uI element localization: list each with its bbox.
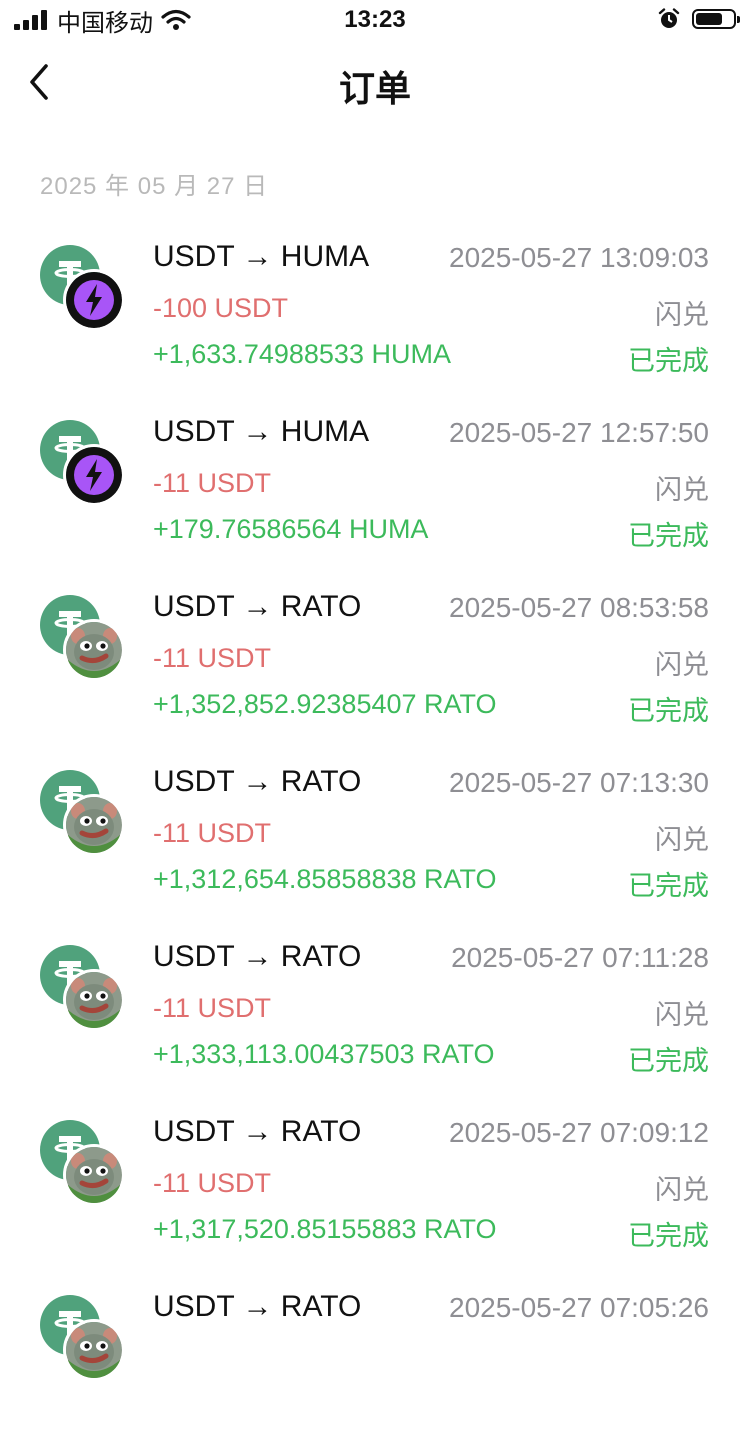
rato-token-icon bbox=[63, 794, 125, 856]
rato-token-icon bbox=[63, 969, 125, 1031]
order-item[interactable]: USDT → RATO 2025-05-27 07:05:26 bbox=[0, 1280, 750, 1455]
order-received-amount: +1,317,520.85155883 RATO bbox=[153, 1214, 497, 1244]
order-received-amount: +1,633.74988533 HUMA bbox=[153, 339, 451, 369]
order-type: 闪兑 bbox=[655, 475, 709, 505]
order-time: 2025-05-27 07:11:28 bbox=[451, 942, 709, 973]
order-paid-amount: -100 USDT bbox=[153, 293, 289, 323]
order-pair: USDT → HUMA bbox=[153, 240, 370, 273]
huma-token-icon bbox=[63, 444, 125, 506]
order-item[interactable]: USDT → RATO 2025-05-27 07:11:28 -11 USDT… bbox=[0, 930, 750, 1105]
order-type: 闪兑 bbox=[655, 825, 709, 855]
order-paid-amount: -11 USDT bbox=[153, 468, 272, 498]
order-time: 2025-05-27 07:09:12 bbox=[449, 1117, 709, 1148]
order-received-amount: +1,333,113.00437503 RATO bbox=[153, 1039, 495, 1069]
order-status: 已完成 bbox=[628, 696, 709, 726]
order-paid-amount: -11 USDT bbox=[153, 818, 272, 848]
date-section-header: 2025 年 05 月 27 日 bbox=[40, 173, 269, 200]
order-received-amount: +179.76586564 HUMA bbox=[153, 514, 429, 544]
order-paid-amount: -11 USDT bbox=[153, 1168, 272, 1198]
order-time: 2025-05-27 08:53:58 bbox=[449, 592, 709, 623]
status-time: 13:23 bbox=[344, 6, 406, 33]
rato-token-icon bbox=[63, 1144, 125, 1206]
page-title: 订单 bbox=[338, 68, 411, 109]
order-time: 2025-05-27 12:57:50 bbox=[449, 417, 709, 448]
order-pair: USDT → RATO bbox=[153, 940, 362, 973]
status-bar: 中国移动 13:23 bbox=[0, 0, 750, 40]
order-received-amount: +1,312,654.85858838 RATO bbox=[153, 864, 497, 894]
order-item[interactable]: USDT → HUMA 2025-05-27 13:09:03 -100 USD… bbox=[0, 230, 750, 405]
order-paid-amount: -11 USDT bbox=[153, 993, 272, 1023]
alarm-clock-icon bbox=[658, 8, 680, 28]
order-item[interactable]: USDT → HUMA 2025-05-27 12:57:50 -11 USDT… bbox=[0, 405, 750, 580]
order-item[interactable]: USDT → RATO 2025-05-27 08:53:58 -11 USDT… bbox=[0, 580, 750, 755]
order-status: 已完成 bbox=[628, 1221, 709, 1251]
order-paid-amount: -11 USDT bbox=[153, 643, 272, 673]
order-type: 闪兑 bbox=[655, 1000, 709, 1030]
order-time: 2025-05-27 13:09:03 bbox=[449, 242, 709, 273]
order-list: USDT → HUMA 2025-05-27 13:09:03 -100 USD… bbox=[0, 230, 750, 1455]
order-pair: USDT → RATO bbox=[153, 590, 362, 623]
battery-icon bbox=[692, 9, 740, 29]
order-pair: USDT → RATO bbox=[153, 765, 362, 798]
order-status: 已完成 bbox=[628, 521, 709, 551]
rato-token-icon bbox=[63, 1319, 125, 1381]
order-pair: USDT → RATO bbox=[153, 1290, 362, 1323]
order-pair: USDT → RATO bbox=[153, 1115, 362, 1148]
order-item[interactable]: USDT → RATO 2025-05-27 07:09:12 -11 USDT… bbox=[0, 1105, 750, 1280]
order-status: 已完成 bbox=[628, 346, 709, 376]
order-type: 闪兑 bbox=[655, 650, 709, 680]
order-item[interactable]: USDT → RATO 2025-05-27 07:13:30 -11 USDT… bbox=[0, 755, 750, 930]
rato-token-icon bbox=[63, 619, 125, 681]
order-type: 闪兑 bbox=[655, 1175, 709, 1205]
order-status: 已完成 bbox=[628, 1046, 709, 1076]
navigation-bar: 订单 bbox=[0, 40, 750, 128]
order-received-amount: +1,352,852.92385407 RATO bbox=[153, 689, 497, 719]
status-right bbox=[658, 8, 740, 30]
order-time: 2025-05-27 07:05:26 bbox=[449, 1292, 709, 1323]
huma-token-icon bbox=[63, 269, 125, 331]
order-type: 闪兑 bbox=[655, 300, 709, 330]
order-status: 已完成 bbox=[628, 871, 709, 901]
order-pair: USDT → HUMA bbox=[153, 415, 370, 448]
order-time: 2025-05-27 07:13:30 bbox=[449, 767, 709, 798]
